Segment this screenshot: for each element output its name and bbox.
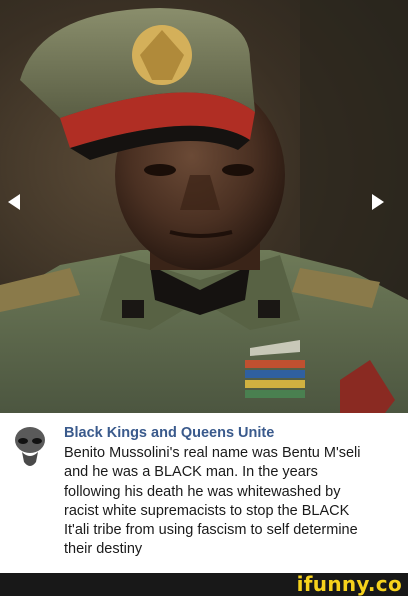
post-body-line: following his death he was whitewashed b… — [64, 483, 341, 500]
post-body-line: and he was a BLACK man. In the years — [64, 464, 318, 481]
post-body-line: Benito Mussolini's real name was Bentu M… — [64, 445, 361, 461]
post-body-line: racist white supremacists to stop the BL… — [64, 502, 350, 519]
next-arrow-button[interactable] — [370, 193, 400, 223]
portrait-illustration — [0, 0, 408, 413]
meme-photo — [0, 0, 408, 413]
alien-avatar-icon — [15, 427, 45, 466]
previous-arrow-button[interactable] — [6, 193, 36, 223]
avatar[interactable] — [12, 426, 48, 470]
post-body-text: Benito Mussolini's real name was Bentu M… — [64, 444, 398, 560]
post-body-line: It'ali tribe from using fascism to self … — [64, 522, 358, 539]
watermark-bar: ifunny.co — [0, 573, 408, 596]
ifunny-watermark-logo: ifunny.co — [296, 572, 402, 596]
chevron-left-icon — [8, 194, 20, 210]
post-author-name[interactable]: Black Kings and Queens Unite — [64, 425, 274, 441]
post-container: Black Kings and Queens Unite Benito Muss… — [0, 413, 408, 573]
chevron-right-icon — [372, 194, 384, 210]
post-body-line: their destiny — [64, 541, 143, 558]
